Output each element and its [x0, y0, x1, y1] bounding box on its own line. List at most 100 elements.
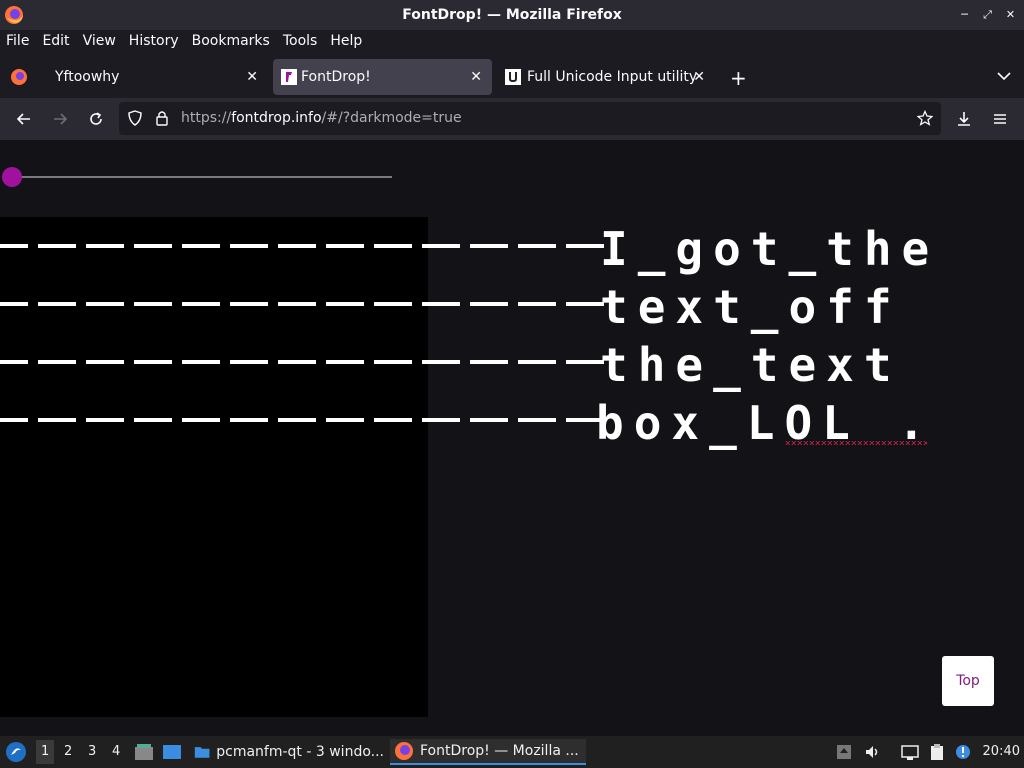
menu-help[interactable]: Help — [330, 33, 362, 49]
sample-text-line-3: the_text — [600, 338, 902, 392]
workspace-3[interactable]: 3 — [88, 744, 96, 759]
lock-icon[interactable] — [155, 110, 169, 126]
leader-dash — [374, 418, 412, 422]
clock: 20:40 — [982, 744, 1020, 759]
window-title: FontDrop! — Mozilla Firefox — [402, 7, 622, 23]
tab-close-icon[interactable]: ✕ — [246, 69, 258, 85]
leader-dash — [0, 302, 28, 306]
minimize-icon[interactable]: ─ — [957, 7, 972, 22]
hamburger-menu-icon — [994, 114, 1006, 124]
leader-dash — [182, 418, 220, 422]
tab-unicode-input[interactable]: Full Unicode Input utility ✕ — [497, 59, 715, 95]
menu-edit[interactable]: Edit — [42, 33, 69, 49]
sample-text-line-2: text_off — [600, 280, 902, 334]
desktop-icon[interactable] — [162, 743, 182, 761]
tab-label: FontDrop! — [301, 69, 371, 85]
leader-dash — [326, 360, 364, 364]
leader-dash — [38, 302, 76, 306]
window-controls: ─ ⤢ ✕ — [957, 7, 1018, 22]
leader-dash — [278, 244, 316, 248]
leader-dash — [86, 302, 124, 306]
app-menu-button[interactable] — [989, 108, 1011, 130]
scroll-top-button[interactable]: Top — [942, 656, 994, 706]
leader-dash — [470, 244, 508, 248]
upload-tray-icon[interactable] — [835, 743, 853, 761]
taskbar-app-pcmanfm[interactable]: pcmanfm-qt - 3 windo... — [194, 739, 384, 765]
star-icon[interactable] — [917, 110, 933, 126]
tab-label: Full Unicode Input utility — [527, 69, 698, 85]
font-size-slider-thumb[interactable] — [2, 167, 22, 187]
sample-text-line-1: I_got_the — [600, 222, 940, 276]
title-bar: FontDrop! — Mozilla Firefox ─ ⤢ ✕ — [0, 0, 1024, 30]
font-size-slider-track[interactable] — [12, 176, 392, 178]
menu-view[interactable]: View — [83, 33, 116, 49]
start-menu-icon[interactable] — [5, 741, 27, 763]
leader-dash — [38, 360, 76, 364]
workspace-1[interactable]: 1 — [36, 740, 55, 764]
unicode-favicon-icon — [505, 69, 521, 85]
leader-dash — [518, 244, 556, 248]
leader-dash — [566, 244, 604, 248]
leader-dash — [38, 244, 76, 248]
leader-dash — [470, 302, 508, 306]
leader-dash — [566, 302, 604, 306]
close-window-icon[interactable]: ✕ — [1003, 7, 1018, 22]
file-manager-launcher-icon[interactable] — [134, 743, 154, 761]
clipboard-icon[interactable] — [928, 743, 946, 761]
workspace-4[interactable]: 4 — [112, 744, 120, 759]
url-text[interactable]: https://fontdrop.info/#/?darkmode=true — [181, 110, 462, 126]
leader-dash — [326, 302, 364, 306]
forward-button[interactable] — [49, 108, 71, 130]
firefox-logo-icon — [5, 6, 23, 24]
notification-icon[interactable] — [954, 743, 972, 761]
arrow-left-icon — [16, 113, 30, 125]
leader-dash — [86, 244, 124, 248]
leader-dash — [326, 244, 364, 248]
menu-file[interactable]: File — [6, 33, 29, 49]
text-box-area[interactable] — [0, 217, 428, 717]
tab-yftoowhy[interactable]: Yftoowhy ✕ — [43, 59, 268, 95]
leader-dash — [230, 302, 268, 306]
navigation-bar: https://fontdrop.info/#/?darkmode=true — [0, 98, 1024, 140]
reload-button[interactable] — [85, 108, 107, 130]
menu-history[interactable]: History — [129, 33, 179, 49]
leader-dash — [0, 244, 28, 248]
leader-dash — [0, 360, 28, 364]
sample-text-line-4: box_LOL . — [596, 396, 936, 450]
leader-dash — [326, 418, 364, 422]
leader-dash — [374, 302, 412, 306]
taskbar-app-label: FontDrop! — Mozilla ... — [420, 743, 579, 759]
network-icon[interactable] — [901, 743, 919, 761]
leader-dash — [134, 302, 172, 306]
leader-dash — [518, 302, 556, 306]
leader-dash — [278, 418, 316, 422]
restore-icon[interactable]: ⤢ — [980, 7, 995, 22]
menu-tools[interactable]: Tools — [283, 33, 318, 49]
tab-close-icon[interactable]: ✕ — [470, 69, 482, 85]
workspace-2[interactable]: 2 — [64, 744, 72, 759]
download-icon — [958, 112, 970, 126]
leader-dash — [518, 418, 556, 422]
leader-dash — [230, 418, 268, 422]
page-content: I_got_the text_off the_text box_LOL . To… — [0, 140, 1024, 736]
leader-dash — [134, 418, 172, 422]
arrow-right-icon — [54, 113, 68, 125]
leader-dash — [182, 360, 220, 364]
shield-icon[interactable] — [127, 110, 143, 126]
leader-dash — [278, 302, 316, 306]
leader-dash — [422, 418, 460, 422]
leader-dash — [518, 360, 556, 364]
url-bar[interactable]: https://fontdrop.info/#/?darkmode=true — [119, 102, 941, 135]
back-button[interactable] — [13, 108, 35, 130]
new-tab-button[interactable]: + — [730, 66, 747, 90]
tab-fontdrop[interactable]: FontDrop! ✕ — [273, 59, 492, 95]
volume-icon[interactable] — [864, 743, 882, 761]
downloads-button[interactable] — [953, 108, 975, 130]
firefox-view-icon[interactable] — [10, 68, 28, 86]
menu-bookmarks[interactable]: Bookmarks — [192, 33, 270, 49]
url-host: fontdrop.info — [231, 110, 322, 126]
taskbar-app-firefox[interactable]: FontDrop! — Mozilla ... — [390, 739, 586, 765]
tab-close-icon[interactable]: ✕ — [693, 69, 705, 85]
leader-dash — [566, 360, 604, 364]
chevron-down-icon[interactable] — [996, 68, 1012, 84]
